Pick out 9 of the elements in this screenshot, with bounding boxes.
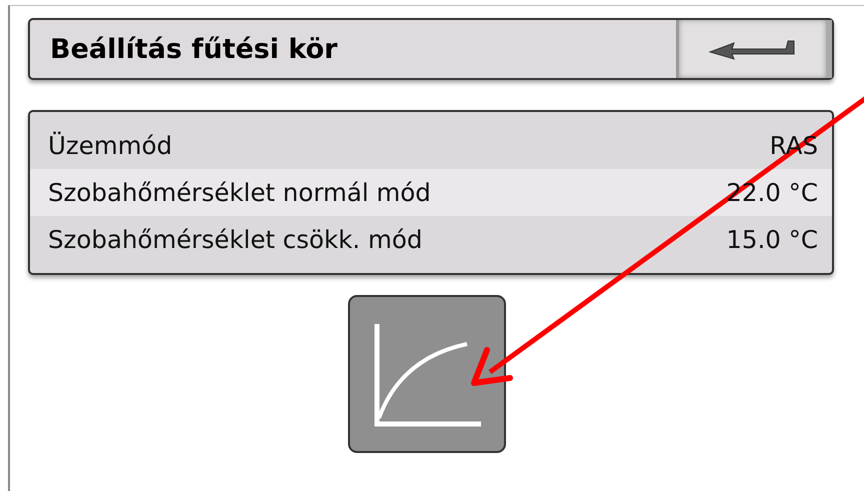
setting-label: Szobahőmérséklet csökk. mód [48,225,422,254]
setting-value: 15.0 °C [726,225,818,254]
heating-curve-button[interactable] [348,295,506,453]
back-button[interactable] [676,20,832,78]
setting-label: Szobahőmérséklet normál mód [48,178,431,207]
setting-label: Üzemmód [48,131,172,160]
setting-row[interactable]: Szobahőmérséklet csökk. mód 15.0 °C [30,216,832,263]
return-arrow-icon [708,38,798,60]
page-title: Beállítás fűtési kör [49,32,338,66]
